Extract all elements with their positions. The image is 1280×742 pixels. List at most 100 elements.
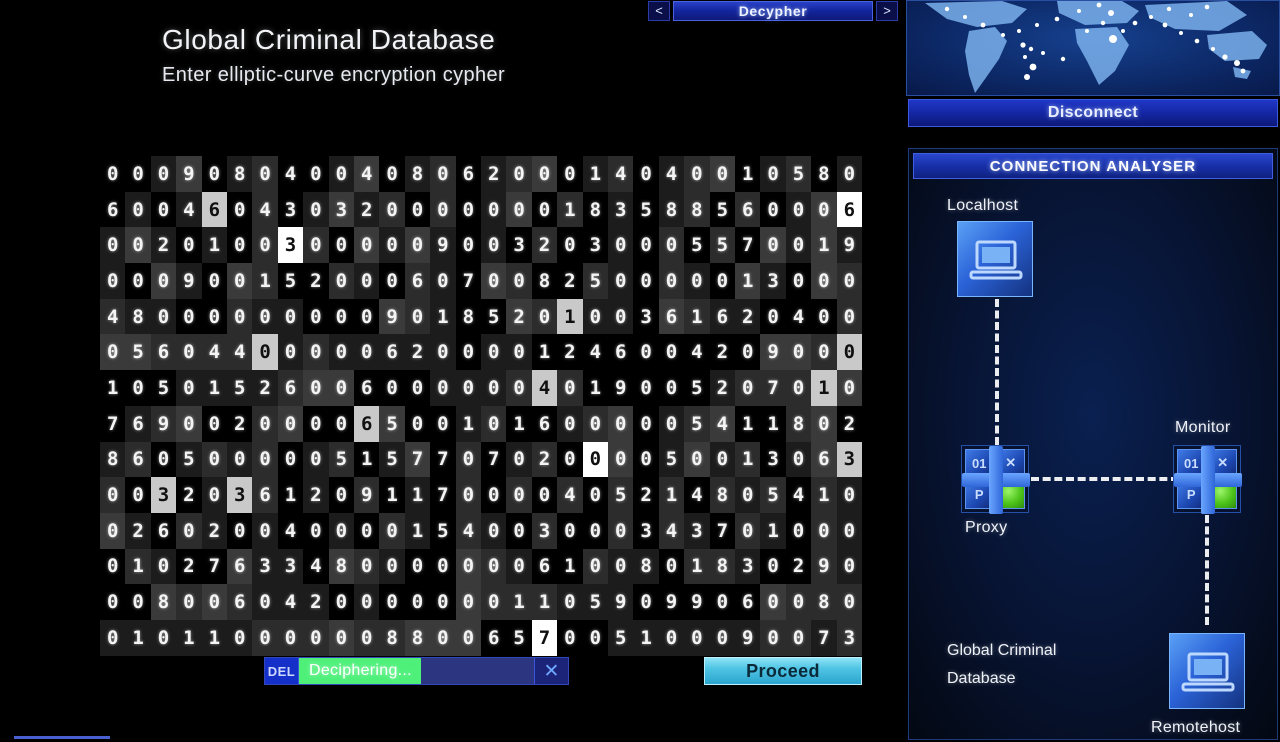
cypher-cell[interactable]: 9 [176, 156, 202, 192]
cypher-cell[interactable]: 4 [684, 334, 710, 371]
cypher-cell[interactable]: 0 [404, 298, 431, 335]
cypher-cell[interactable]: 1 [658, 477, 685, 513]
cypher-cell[interactable]: 0 [480, 227, 507, 264]
cypher-cell[interactable]: 2 [480, 156, 507, 192]
cypher-cell[interactable]: 0 [785, 512, 812, 549]
cypher-cell[interactable]: 1 [353, 441, 380, 478]
cypher-cell[interactable]: 1 [811, 370, 837, 406]
cypher-cell[interactable]: 8 [125, 298, 151, 335]
cypher-cell[interactable]: 0 [252, 227, 278, 264]
cypher-cell[interactable]: 0 [100, 619, 126, 656]
cypher-cell[interactable]: 1 [760, 405, 786, 442]
cypher-cell[interactable]: 0 [100, 584, 126, 620]
cypher-cell[interactable]: 0 [353, 619, 380, 656]
cypher-cell[interactable]: 9 [379, 298, 405, 335]
cypher-cell[interactable]: 9 [684, 584, 710, 620]
cypher-cell[interactable]: 4 [303, 548, 329, 585]
decipher-progress-bar[interactable]: Deciphering... [299, 658, 534, 684]
cypher-cell[interactable]: 2 [176, 477, 202, 513]
cypher-cell[interactable]: 0 [353, 512, 380, 549]
cypher-cell[interactable]: 0 [150, 156, 177, 192]
cypher-cell[interactable]: 0 [303, 156, 329, 192]
cypher-cell[interactable]: 0 [506, 512, 532, 549]
cypher-cell[interactable]: 5 [176, 441, 202, 478]
cypher-cell[interactable]: 1 [404, 477, 431, 513]
cypher-cell[interactable]: 6 [353, 405, 380, 442]
cypher-cell[interactable]: 0 [303, 405, 329, 442]
cypher-cell[interactable]: 0 [658, 227, 685, 264]
cypher-cell[interactable]: 0 [607, 263, 634, 299]
next-module-button[interactable]: > [876, 1, 898, 21]
cypher-cell[interactable]: 3 [150, 477, 177, 513]
cypher-cell[interactable]: 1 [125, 548, 151, 585]
cypher-cell[interactable]: 0 [328, 156, 354, 192]
cypher-cell[interactable]: 0 [430, 334, 456, 371]
cypher-cell[interactable]: 0 [252, 405, 278, 442]
cypher-cell[interactable]: 0 [379, 512, 405, 549]
cypher-cell[interactable]: 1 [252, 263, 278, 299]
cypher-cell[interactable]: 6 [836, 191, 862, 228]
cypher-cell[interactable]: 0 [328, 298, 354, 335]
cypher-cell[interactable]: 1 [760, 512, 786, 549]
cypher-cell[interactable]: 0 [633, 227, 659, 264]
cypher-cell[interactable]: 5 [633, 191, 659, 228]
cypher-cell[interactable]: 4 [531, 370, 558, 406]
cypher-cell[interactable]: 0 [303, 298, 329, 335]
cypher-cell[interactable]: 0 [176, 298, 202, 335]
cypher-cell[interactable]: 1 [811, 477, 837, 513]
cypher-cell[interactable]: 0 [252, 156, 278, 192]
cypher-cell[interactable]: 0 [658, 405, 685, 442]
cypher-cell[interactable]: 0 [176, 334, 202, 371]
cypher-cell[interactable]: 0 [430, 548, 456, 585]
cypher-cell[interactable]: 1 [582, 156, 608, 192]
cypher-cell[interactable]: 2 [252, 370, 278, 406]
cypher-cell[interactable]: 1 [201, 370, 227, 406]
localhost-computer-icon[interactable] [957, 221, 1033, 297]
cypher-cell[interactable]: 0 [811, 191, 837, 228]
cypher-cell[interactable]: 0 [760, 548, 786, 585]
cypher-cell[interactable]: 0 [506, 191, 532, 228]
cypher-cell[interactable]: 8 [100, 441, 126, 478]
cypher-cell[interactable]: 0 [480, 263, 507, 299]
prev-module-button[interactable]: < [648, 1, 670, 21]
cypher-cell[interactable]: 3 [277, 548, 304, 585]
cypher-cell[interactable]: 6 [734, 191, 761, 228]
cypher-cell[interactable]: 9 [607, 584, 634, 620]
cypher-cell[interactable]: 0 [506, 441, 532, 478]
cypher-cell[interactable]: 0 [328, 227, 354, 264]
cypher-cell[interactable]: 8 [328, 548, 354, 585]
cypher-cell[interactable]: 4 [252, 191, 278, 228]
cypher-cell[interactable]: 0 [811, 298, 837, 335]
cypher-cell[interactable]: 0 [760, 584, 786, 620]
cypher-cell[interactable]: 0 [404, 191, 431, 228]
cypher-cell[interactable]: 6 [811, 441, 837, 478]
cypher-cell[interactable]: 0 [176, 370, 202, 406]
cypher-cell[interactable]: 5 [607, 619, 634, 656]
cypher-cell[interactable]: 4 [100, 298, 126, 335]
cypher-cell[interactable]: 0 [684, 619, 710, 656]
cypher-input-row[interactable]: DEL Deciphering... ✕ [264, 657, 569, 685]
cypher-cell[interactable]: 1 [557, 548, 583, 585]
cypher-cell[interactable]: 7 [709, 512, 735, 549]
cypher-cell[interactable]: 0 [709, 263, 735, 299]
cypher-cell[interactable]: 3 [252, 548, 278, 585]
cypher-cell[interactable]: 0 [531, 191, 558, 228]
cypher-cell[interactable]: 6 [480, 619, 507, 656]
cypher-cell[interactable]: 0 [785, 263, 812, 299]
cypher-cell[interactable]: 0 [785, 227, 812, 264]
cypher-cell[interactable]: 6 [125, 405, 151, 442]
cypher-cell[interactable]: 0 [455, 619, 481, 656]
cypher-cell[interactable]: 0 [201, 441, 227, 478]
cypher-cell[interactable]: 0 [125, 263, 151, 299]
cypher-cell[interactable]: 0 [557, 584, 583, 620]
cypher-cell[interactable]: 4 [353, 156, 380, 192]
cypher-cell[interactable]: 1 [684, 298, 710, 335]
cypher-cell[interactable]: 2 [557, 334, 583, 371]
cypher-cell[interactable]: 4 [455, 512, 481, 549]
cypher-cell[interactable]: 0 [353, 298, 380, 335]
cypher-cell[interactable]: 1 [455, 405, 481, 442]
cypher-cell[interactable]: 0 [125, 156, 151, 192]
cypher-cell[interactable]: 4 [226, 334, 253, 371]
cypher-cell[interactable]: 7 [811, 619, 837, 656]
cypher-cell[interactable]: 1 [277, 477, 304, 513]
